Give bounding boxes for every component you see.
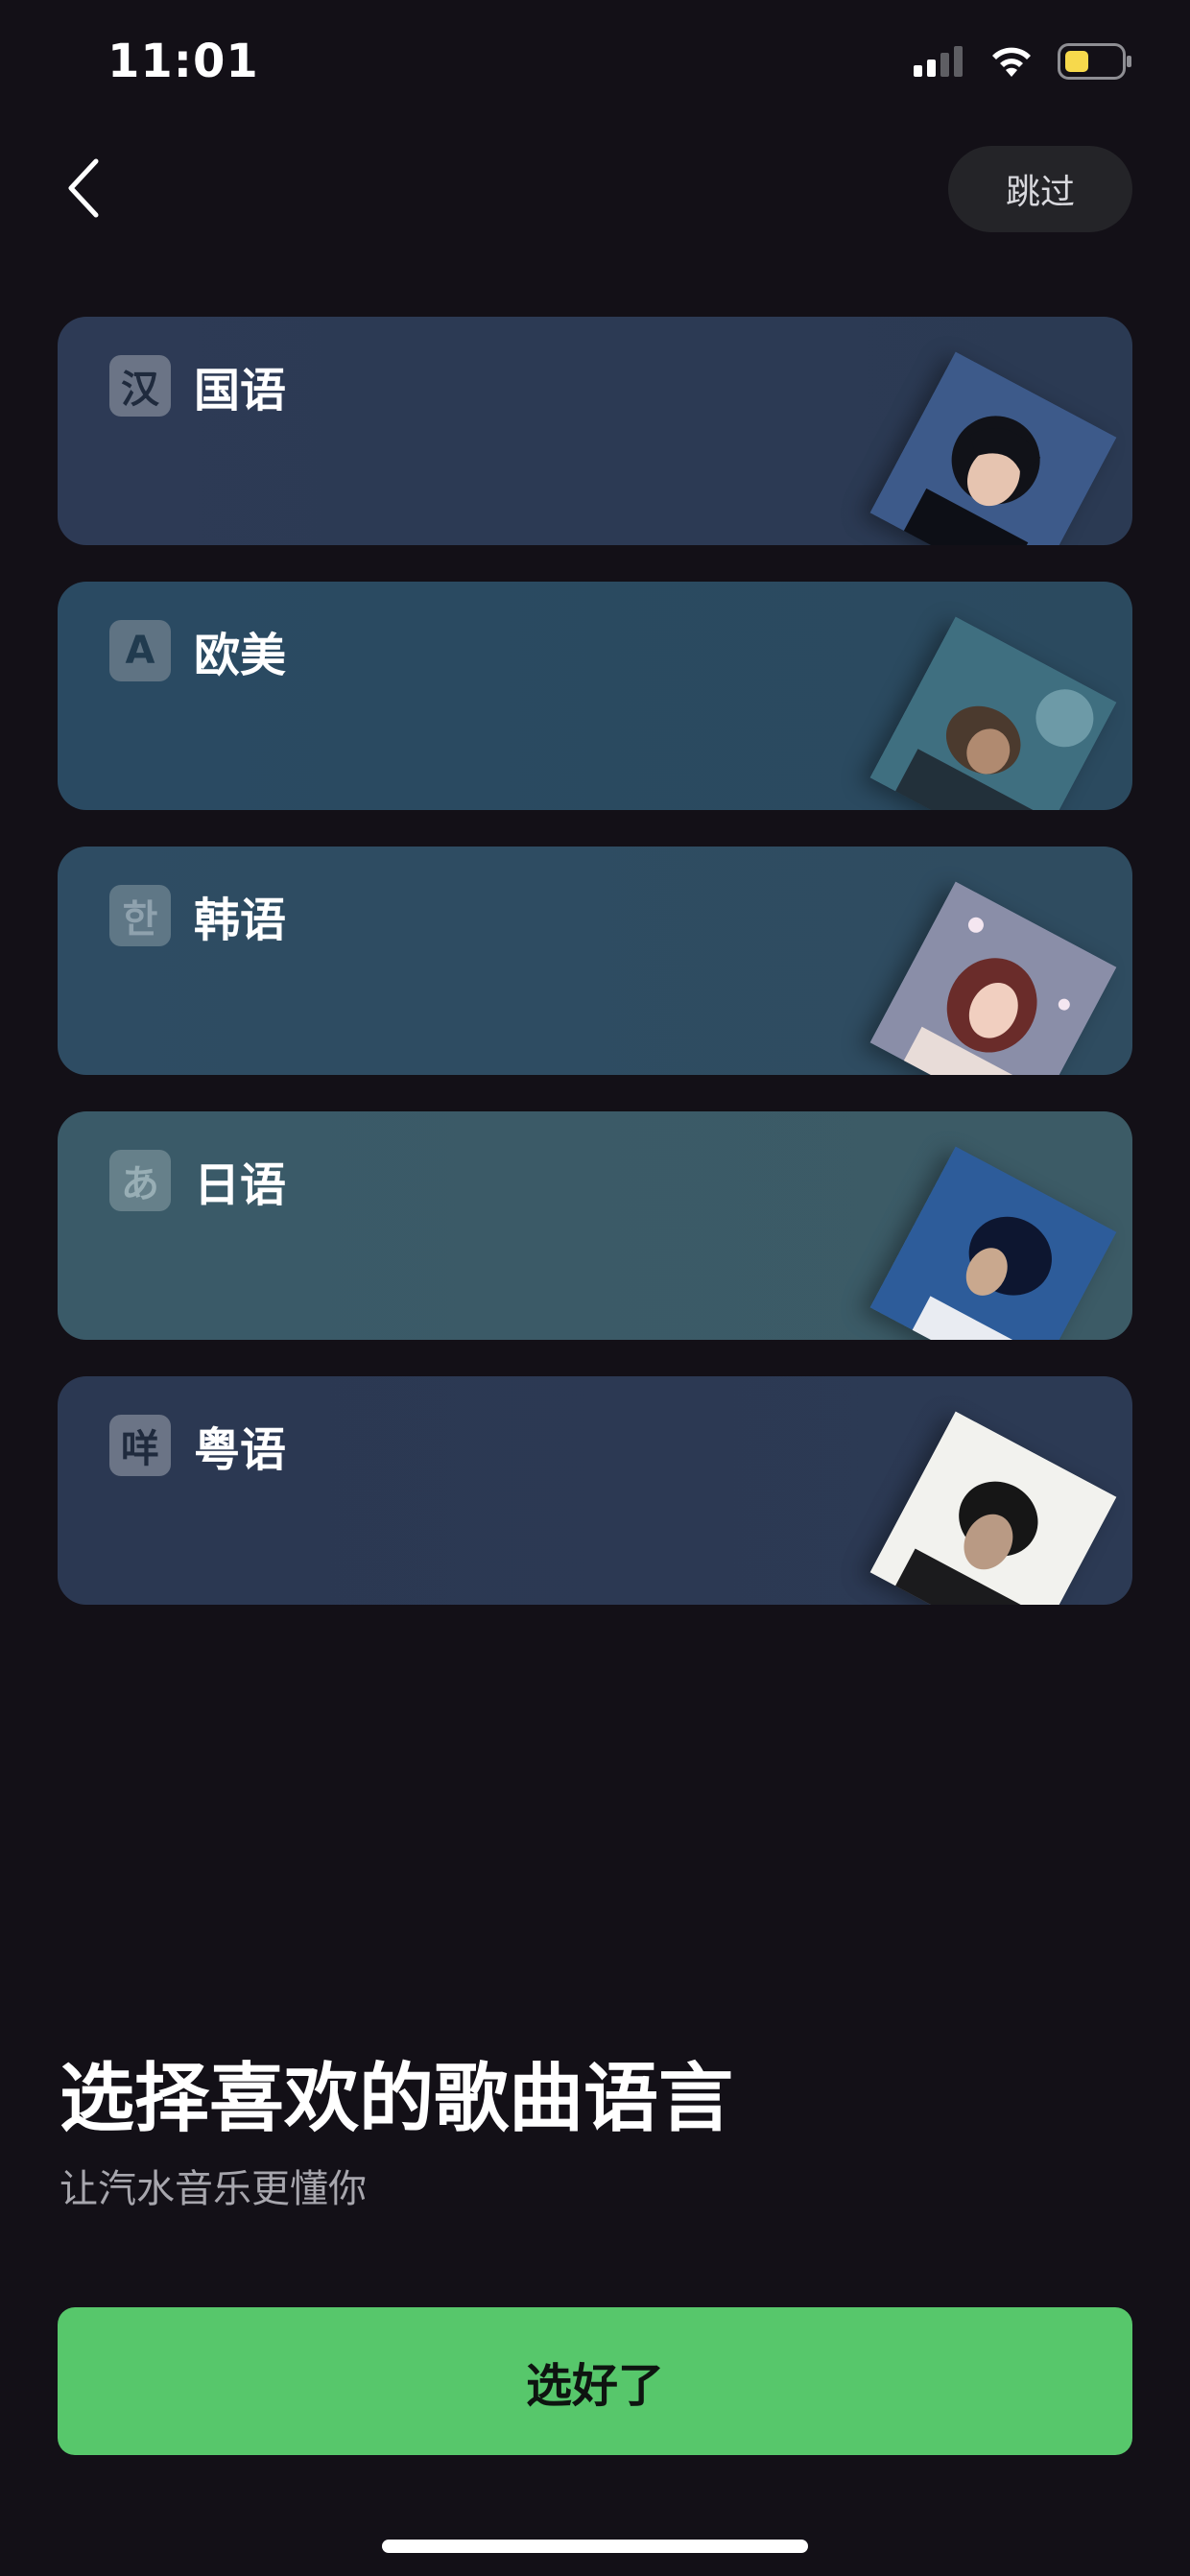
- language-list: 汉 国语 A 欧美 한 韩语 あ 日语 咩 粤语: [58, 317, 1132, 1641]
- page-title: 选择喜欢的歌曲语言: [60, 2056, 734, 2142]
- wifi-icon: [988, 44, 1035, 79]
- album-cover-image: [869, 1146, 1117, 1340]
- confirm-button[interactable]: 选好了: [58, 2307, 1132, 2455]
- chevron-left-icon: [65, 157, 104, 223]
- home-indicator: [382, 2540, 808, 2553]
- language-label: 国语: [194, 364, 287, 417]
- language-badge: 한: [109, 885, 171, 946]
- status-icons: [914, 42, 1132, 81]
- language-label: 韩语: [194, 894, 287, 947]
- battery-icon: [1058, 43, 1132, 80]
- language-label: 日语: [194, 1158, 287, 1212]
- language-label: 粤语: [194, 1423, 287, 1477]
- language-card-mandarin[interactable]: 汉 国语: [58, 317, 1132, 545]
- status-time: 11:01: [107, 35, 259, 88]
- skip-button[interactable]: 跳过: [948, 146, 1132, 232]
- cellular-signal-icon: [914, 46, 965, 77]
- language-card-cantonese[interactable]: 咩 粤语: [58, 1376, 1132, 1605]
- language-badge: あ: [109, 1150, 171, 1211]
- language-badge: 汉: [109, 355, 171, 417]
- album-cover-image: [869, 1411, 1117, 1605]
- status-bar: 11:01: [0, 0, 1190, 134]
- language-card-japanese[interactable]: あ 日语: [58, 1111, 1132, 1340]
- album-cover-image: [869, 881, 1117, 1075]
- page-subtitle: 让汽水音乐更懂你: [60, 2167, 367, 2211]
- language-badge: A: [109, 620, 171, 681]
- language-card-western[interactable]: A 欧美: [58, 582, 1132, 810]
- back-button[interactable]: [54, 154, 115, 227]
- language-label: 欧美: [194, 629, 287, 682]
- album-cover-image: [869, 616, 1117, 810]
- language-badge: 咩: [109, 1415, 171, 1476]
- language-card-korean[interactable]: 한 韩语: [58, 847, 1132, 1075]
- album-cover-image: [869, 351, 1117, 545]
